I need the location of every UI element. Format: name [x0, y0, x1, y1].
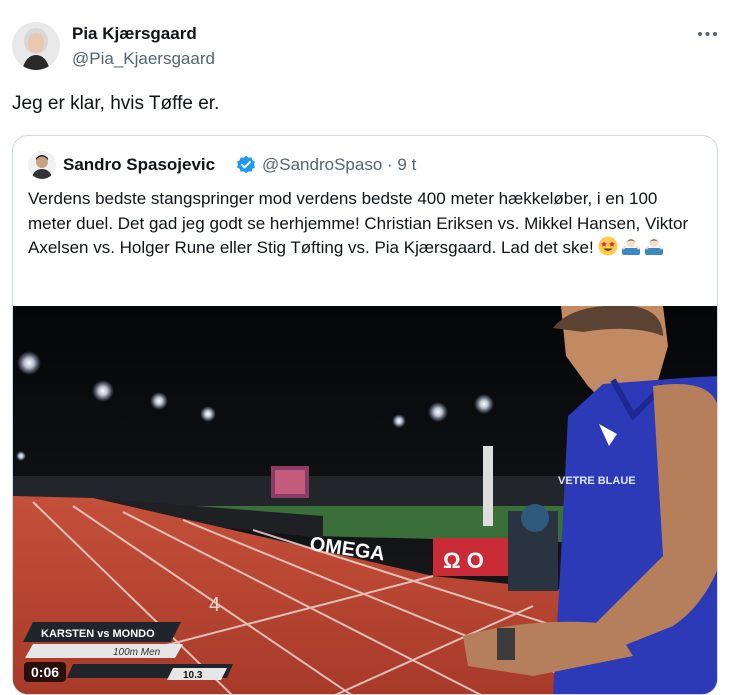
quoted-tweet[interactable]: Sandro Spasojevic @SandroSpaso · 9 t Ver…	[12, 135, 718, 695]
verified-badge-icon	[236, 155, 256, 175]
quoted-author-name[interactable]: Sandro Spasojevic	[63, 155, 215, 175]
author-avatar-image	[12, 22, 60, 70]
quoted-avatar-image	[28, 151, 56, 179]
star-struck-emoji-icon	[598, 236, 618, 256]
sponsor-board-text-2: Ω O	[443, 548, 484, 573]
author-handle[interactable]: @Pia_Kjaersgaard	[72, 49, 215, 69]
video-player[interactable]: 4 OMEGA Ω O VETRE BLAUE KARSTEN vs MONDO…	[13, 305, 717, 694]
video-frame: 4 OMEGA Ω O VETRE BLAUE KARSTEN vs MONDO…	[13, 305, 717, 694]
quoted-avatar[interactable]	[28, 151, 56, 179]
broadcast-banner-subtitle: 100m Men	[113, 647, 161, 658]
more-options-icon[interactable]	[694, 22, 722, 46]
author-name[interactable]: Pia Kjærsgaard	[72, 24, 197, 44]
track-lane-number: 4	[209, 594, 220, 616]
quoted-author-handle[interactable]: @SandroSpaso · 9 t	[262, 155, 416, 175]
person-running-emoji-icon-2	[645, 238, 664, 255]
person-running-emoji-icon	[622, 238, 641, 255]
tweet: Pia Kjærsgaard @Pia_Kjaersgaard Jeg er k…	[0, 0, 730, 695]
author-avatar[interactable]	[12, 22, 60, 70]
quoted-tweet-text: Verdens bedste stangspringer mod verdens…	[28, 187, 704, 261]
video-duration-badge: 0:06	[24, 662, 67, 682]
athlete-jersey-text: VETRE BLAUE	[558, 475, 636, 487]
tweet-text: Jeg er klar, hvis Tøffe er.	[12, 93, 220, 114]
quoted-text-content: Verdens bedste stangspringer mod verdens…	[28, 189, 689, 257]
broadcast-banner-title: KARSTEN vs MONDO	[41, 628, 155, 640]
race-timer-text: 10.3	[183, 670, 203, 681]
